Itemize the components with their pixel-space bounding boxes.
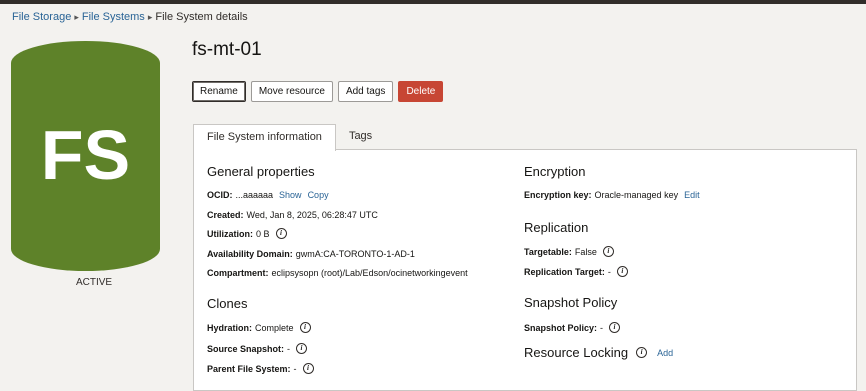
move-resource-button[interactable]: Move resource [250, 81, 333, 102]
source-snapshot-row: Source Snapshot: - i [207, 343, 308, 354]
info-icon[interactable]: i [609, 322, 621, 333]
action-bar: Rename Move resource Add tags Delete [192, 81, 444, 102]
ocid-value: ...aaaaaa [235, 190, 274, 200]
source-snapshot-value: - [287, 343, 291, 354]
info-icon[interactable]: i [275, 228, 287, 239]
parent-file-system-value: - [293, 363, 297, 374]
utilization-value: 0 B [256, 228, 270, 239]
delete-button[interactable]: Delete [398, 81, 444, 102]
resource-locking-heading-row: Resource Locking i Add [524, 345, 673, 360]
status-label: ACTIVE [75, 277, 113, 288]
tab-file-system-information[interactable]: File System information [193, 124, 336, 151]
created-label: Created: [207, 210, 244, 220]
hydration-value: Complete [255, 322, 294, 333]
tab-bar: File System information Tags [193, 124, 385, 151]
encryption-key-label: Encryption key: [524, 190, 592, 200]
targetable-label: Targetable: [524, 246, 572, 257]
add-tags-button[interactable]: Add tags [337, 81, 394, 102]
resource-locking-add-link[interactable]: Add [657, 348, 673, 358]
created-value: Wed, Jan 8, 2025, 06:28:47 UTC [246, 210, 378, 220]
targetable-value: False [574, 246, 597, 257]
utilization-row: Utilization: 0 B i [207, 228, 287, 239]
replication-heading: Replication [524, 220, 589, 235]
targetable-row: Targetable: False i [524, 246, 614, 257]
info-icon[interactable]: i [299, 322, 311, 333]
page-title: fs-mt-01 [192, 39, 262, 60]
parent-file-system-row: Parent File System: - i [207, 363, 314, 374]
ocid-row: OCID: ...aaaaaa Show Copy [207, 190, 329, 200]
breadcrumb-file-systems[interactable]: File Systems [82, 11, 145, 23]
created-row: Created: Wed, Jan 8, 2025, 06:28:47 UTC [207, 210, 378, 220]
ocid-label: OCID: [207, 190, 233, 200]
hydration-label: Hydration: [207, 322, 252, 333]
ocid-show-link[interactable]: Show [279, 190, 302, 200]
replication-target-label: Replication Target: [524, 266, 605, 277]
breadcrumb-separator-icon: ▸ [74, 12, 79, 22]
info-icon[interactable]: i [296, 343, 308, 354]
source-snapshot-label: Source Snapshot: [207, 343, 285, 354]
breadcrumb-current: File System details [155, 11, 248, 23]
top-bar [0, 0, 866, 4]
resource-icon-text: FS [41, 116, 130, 194]
utilization-label: Utilization: [207, 228, 253, 239]
availability-domain-row: Availability Domain: gwmA:CA-TORONTO-1-A… [207, 249, 415, 259]
snapshot-policy-value: - [600, 322, 604, 333]
compartment-value: eclipsysopn (root)/Lab/Edson/ocinetworki… [271, 268, 468, 278]
resource-locking-heading: Resource Locking [524, 345, 629, 360]
hydration-row: Hydration: Complete i [207, 322, 311, 333]
snapshot-policy-row: Snapshot Policy: - i [524, 322, 621, 333]
replication-target-value: - [607, 266, 611, 277]
tab-tags[interactable]: Tags [336, 124, 385, 149]
file-system-cylinder-icon: FS [11, 41, 160, 271]
rename-button[interactable]: Rename [192, 81, 246, 102]
compartment-label: Compartment: [207, 268, 269, 278]
compartment-row: Compartment: eclipsysopn (root)/Lab/Edso… [207, 268, 468, 278]
info-icon[interactable]: i [602, 246, 614, 257]
ocid-copy-link[interactable]: Copy [308, 190, 329, 200]
clones-heading: Clones [207, 296, 248, 311]
details-panel: General properties OCID: ...aaaaaa Show … [193, 149, 857, 391]
replication-target-row: Replication Target: - i [524, 266, 628, 277]
general-properties-heading: General properties [207, 164, 315, 179]
snapshot-policy-heading: Snapshot Policy [524, 295, 618, 310]
encryption-heading: Encryption [524, 164, 586, 179]
breadcrumb-file-storage[interactable]: File Storage [12, 11, 71, 23]
info-icon[interactable]: i [616, 266, 628, 277]
breadcrumb-separator-icon: ▸ [147, 12, 153, 22]
info-icon[interactable]: i [636, 347, 648, 358]
snapshot-policy-label: Snapshot Policy: [524, 322, 598, 333]
availability-domain-label: Availability Domain: [207, 249, 293, 259]
encryption-edit-link[interactable]: Edit [684, 190, 700, 200]
availability-domain-value: gwmA:CA-TORONTO-1-AD-1 [295, 249, 415, 259]
encryption-key-row: Encryption key: Oracle-managed key Edit [524, 190, 700, 200]
info-icon[interactable]: i [302, 363, 314, 374]
encryption-key-value: Oracle-managed key [594, 190, 679, 200]
parent-file-system-label: Parent File System: [207, 363, 291, 374]
breadcrumb: File Storage ▸ File Systems ▸ File System de… [12, 11, 248, 23]
